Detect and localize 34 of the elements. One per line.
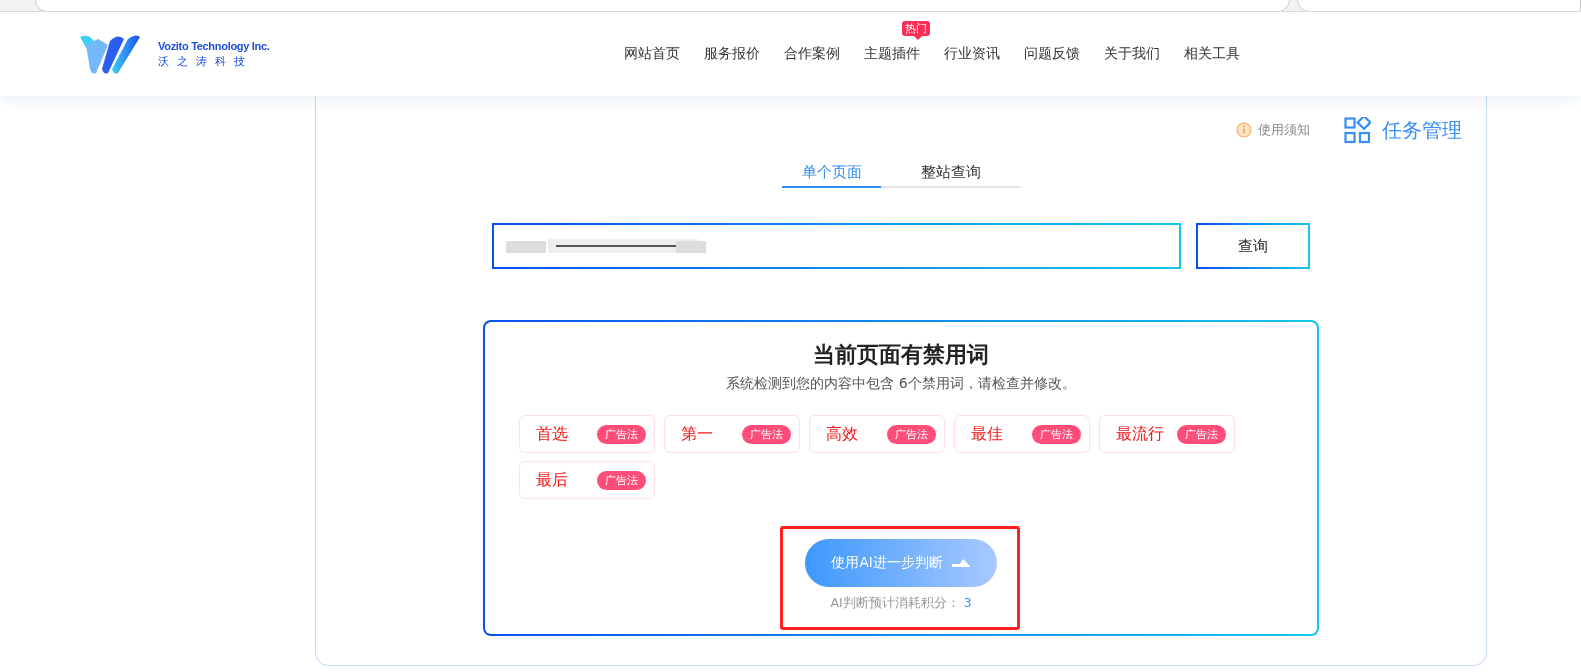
cost-label: AI判断预计消耗积分：	[830, 595, 960, 612]
nav-link[interactable]: 合作案例	[784, 45, 840, 61]
nav-link[interactable]: 网站首页	[624, 45, 680, 61]
logo-text: Vozito Technology Inc.	[158, 39, 270, 52]
nav-link[interactable]: 主题插件	[864, 45, 920, 61]
nav-link[interactable]: 问题反馈	[1024, 45, 1080, 61]
nav-link[interactable]: 关于我们	[1104, 45, 1160, 61]
category-tag: 广告法	[1032, 424, 1081, 444]
usage-notice-link[interactable]: 使用须知	[1258, 121, 1310, 139]
tab[interactable]: 整站查询	[881, 158, 1020, 188]
banned-word: 最佳	[971, 423, 1003, 445]
info-icon	[1236, 122, 1252, 138]
banned-word: 首选	[536, 423, 568, 445]
banned-word: 高效	[826, 423, 858, 445]
banned-word: 最后	[536, 469, 568, 491]
url-input-field[interactable]	[492, 223, 1181, 269]
tab[interactable]: 单个页面	[782, 158, 881, 188]
nav-link[interactable]: 行业资讯	[944, 45, 1000, 61]
category-tag: 广告法	[597, 470, 646, 490]
category-tag: 广告法	[597, 424, 646, 444]
nav-link[interactable]: 相关工具	[1184, 45, 1240, 61]
banned-word: 第一	[681, 423, 713, 445]
cost-value: 3	[963, 595, 972, 612]
result-summary: 系统检测到您的内容中包含 6个禁用词，请检查并修改。	[726, 375, 1076, 393]
grid-icon[interactable]	[1344, 116, 1371, 144]
nav-link[interactable]: 服务报价	[704, 45, 760, 61]
banned-word: 最流行	[1116, 423, 1164, 445]
category-tag: 广告法	[887, 424, 936, 444]
sneaker-icon	[950, 558, 971, 568]
logo-subtitle: 沃之涛科技	[158, 53, 254, 69]
category-tag: 广告法	[1177, 424, 1226, 444]
result-title: 当前页面有禁用词	[813, 341, 989, 369]
category-tag: 广告法	[742, 424, 791, 444]
query-button[interactable]: 查询	[1196, 223, 1310, 269]
